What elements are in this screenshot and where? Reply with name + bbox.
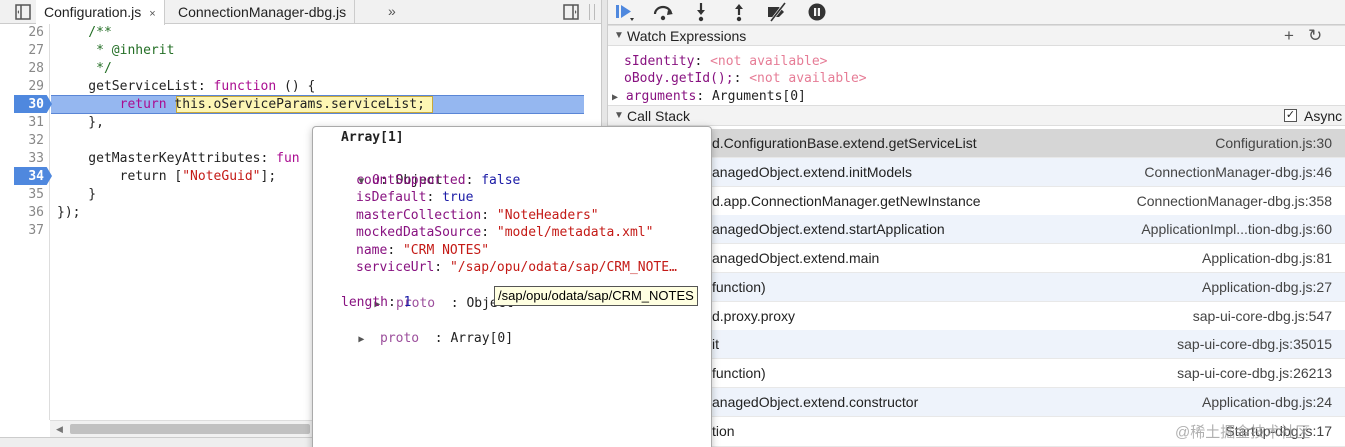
property-row[interactable]: serviceUrl: "/sap/opu/odata/sap/CRM_NOTE… [356, 259, 677, 277]
call-frame-location[interactable]: ApplicationImpl...tion-dbg.js:60 [1141, 215, 1332, 243]
scroll-left-icon[interactable]: ◀ [56, 424, 63, 435]
step-into-icon[interactable] [689, 2, 713, 22]
call-frame-location[interactable]: sap-ui-core-dbg.js:26213 [1177, 359, 1332, 387]
property-row: countSupported: false [356, 173, 521, 188]
watch-item[interactable]: sIdentity: <not available> [624, 53, 828, 70]
step-out-icon[interactable] [727, 2, 751, 22]
debugger-toolbar [608, 0, 1345, 25]
line-number[interactable]: 27 [0, 42, 50, 60]
scrollbar-thumb[interactable] [70, 424, 310, 434]
call-frame-location[interactable]: Configuration.js:30 [1215, 129, 1332, 157]
call-frame-location[interactable]: ConnectionManager-dbg.js:46 [1144, 158, 1332, 186]
collapsed-triangle-icon[interactable]: ▶ [612, 92, 618, 103]
line-number[interactable]: 37 [0, 222, 50, 240]
toggle-navigator-icon[interactable] [14, 3, 32, 21]
watch-item-arguments[interactable]: ▶ arguments: Arguments[0] [612, 88, 806, 105]
refresh-icon[interactable]: ↻ [1308, 27, 1322, 45]
code-line: /** [57, 25, 112, 40]
async-label: Async [1304, 108, 1343, 124]
call-frame[interactable]: anagedObject.extend.main Application-dbg.… [608, 244, 1345, 273]
call-frame[interactable]: anagedObject.extend.startApplication Appl… [608, 215, 1345, 244]
watch-item[interactable]: oBody.getId();: <not available> [624, 70, 867, 87]
call-frame[interactable]: it sap-ui-core-dbg.js:35015 [608, 330, 1345, 359]
call-frame-location[interactable]: sap-ui-core-dbg.js:547 [1193, 302, 1332, 330]
watch-expressions-header[interactable]: ▼ Watch Expressions + ↻ [608, 25, 1345, 46]
line-number[interactable]: 28 [0, 60, 50, 78]
line-number[interactable]: 34 [0, 168, 50, 186]
call-frame-location[interactable]: sap-ui-core-dbg.js:35015 [1177, 330, 1332, 358]
toolbar-divider [589, 4, 590, 20]
line-number[interactable]: 29 [0, 78, 50, 96]
editor-tab-bar: Configuration.js × ConnectionManager-dbg.… [0, 0, 601, 25]
add-watch-icon[interactable]: + [1284, 27, 1294, 45]
tree-node-array-proto[interactable]: ▶ proto : Array[0] [327, 312, 513, 346]
call-frame[interactable]: d.app.ConnectionManager.getNewInstance Co… [608, 187, 1345, 216]
call-frame[interactable]: d.ConfigurationBase.extend.getServiceLis… [608, 129, 1345, 158]
tab-label: ConnectionManager-dbg.js [178, 4, 347, 20]
tab-configuration-js[interactable]: Configuration.js × [36, 0, 165, 25]
collapsed-triangle-icon[interactable]: ▶ [358, 334, 364, 345]
more-tabs-icon[interactable]: » [388, 0, 396, 24]
code-line: }, [57, 115, 104, 130]
deactivate-breakpoints-icon[interactable] [765, 2, 789, 22]
code-line: return this.oServiceParams.serviceList; [119, 97, 425, 112]
tab-connectionmanager-dbg-js[interactable]: ConnectionManager-dbg.js [170, 0, 356, 24]
tree-node-item-0[interactable]: ▼ 0: Object [327, 154, 442, 188]
step-over-icon[interactable] [651, 2, 675, 22]
property-row: mockedDataSource: "model/metadata.xml" [356, 225, 654, 240]
watermark: @稀土掘金技术社区 [1175, 424, 1311, 441]
property-row-length: length: 1 [341, 295, 412, 310]
line-number[interactable]: 33 [0, 150, 50, 168]
call-frame[interactable]: function) Application-dbg.js:27 [608, 273, 1345, 302]
debugger-sidebar: ▼ Watch Expressions + ↻ sIdentity: <not … [602, 0, 1345, 447]
code-line: return ["NoteGuid"]; [57, 169, 277, 184]
toolbar-divider [594, 4, 595, 20]
call-frame[interactable]: function) sap-ui-core-dbg.js:26213 [608, 359, 1345, 388]
async-checkbox[interactable]: ✓ [1284, 109, 1297, 122]
code-line: getServiceList: function () { [57, 79, 316, 94]
line-number[interactable]: 32 [0, 132, 50, 150]
expanded-triangle-icon[interactable]: ▼ [614, 110, 624, 121]
code-line: }); [57, 205, 81, 220]
property-row: name: "CRM NOTES" [356, 243, 490, 258]
line-number[interactable]: 35 [0, 186, 50, 204]
line-number[interactable]: 31 [0, 114, 50, 132]
line-number-gutter[interactable]: 26 27 28 29 30 31 32 33 34 35 36 37 [0, 24, 52, 420]
code-line: getMasterKeyAttributes: fun [57, 151, 300, 166]
hovered-expression: this.oServiceParams.serviceList [174, 97, 418, 112]
line-number[interactable]: 36 [0, 204, 50, 222]
popover-title: Array[1] [341, 130, 404, 145]
value-tooltip: /sap/opu/odata/sap/CRM_NOTES [494, 286, 698, 306]
tab-label: Configuration.js [44, 4, 142, 20]
call-stack-header[interactable]: ▼ Call Stack ✓ Async [608, 105, 1345, 126]
call-frame[interactable]: anagedObject.extend.constructor Applicati… [608, 388, 1345, 417]
horizontal-scrollbar[interactable]: ◀ [50, 420, 320, 437]
tree-node-proto[interactable]: ▶ proto : Object [343, 277, 513, 311]
toggle-debugger-sidebar-icon[interactable] [562, 3, 580, 21]
code-line: } [57, 187, 97, 202]
call-frame-location[interactable]: Application-dbg.js:81 [1202, 244, 1332, 272]
code-line: */ [57, 61, 112, 76]
code-line: * @inherit [57, 43, 175, 58]
line-number[interactable]: 26 [0, 24, 50, 42]
call-frame-location[interactable]: ConnectionManager-dbg.js:358 [1137, 187, 1332, 215]
call-frame-location[interactable]: Application-dbg.js:27 [1202, 273, 1332, 301]
call-frame[interactable]: d.proxy.proxy sap-ui-core-dbg.js:547 [608, 302, 1345, 331]
section-title: Call Stack [627, 108, 691, 124]
close-tab-icon[interactable]: × [149, 8, 155, 20]
line-number[interactable]: 30 [0, 96, 50, 114]
call-frame[interactable]: anagedObject.extend.initModels Connection… [608, 158, 1345, 187]
call-frame-location[interactable]: Application-dbg.js:24 [1202, 388, 1332, 416]
property-row: masterCollection: "NoteHeaders" [356, 208, 599, 223]
property-row: isDefault: true [356, 190, 474, 205]
resume-icon[interactable] [612, 2, 636, 22]
expanded-triangle-icon[interactable]: ▼ [614, 30, 624, 41]
section-title: Watch Expressions [627, 28, 747, 44]
pause-on-exceptions-icon[interactable] [805, 2, 829, 22]
